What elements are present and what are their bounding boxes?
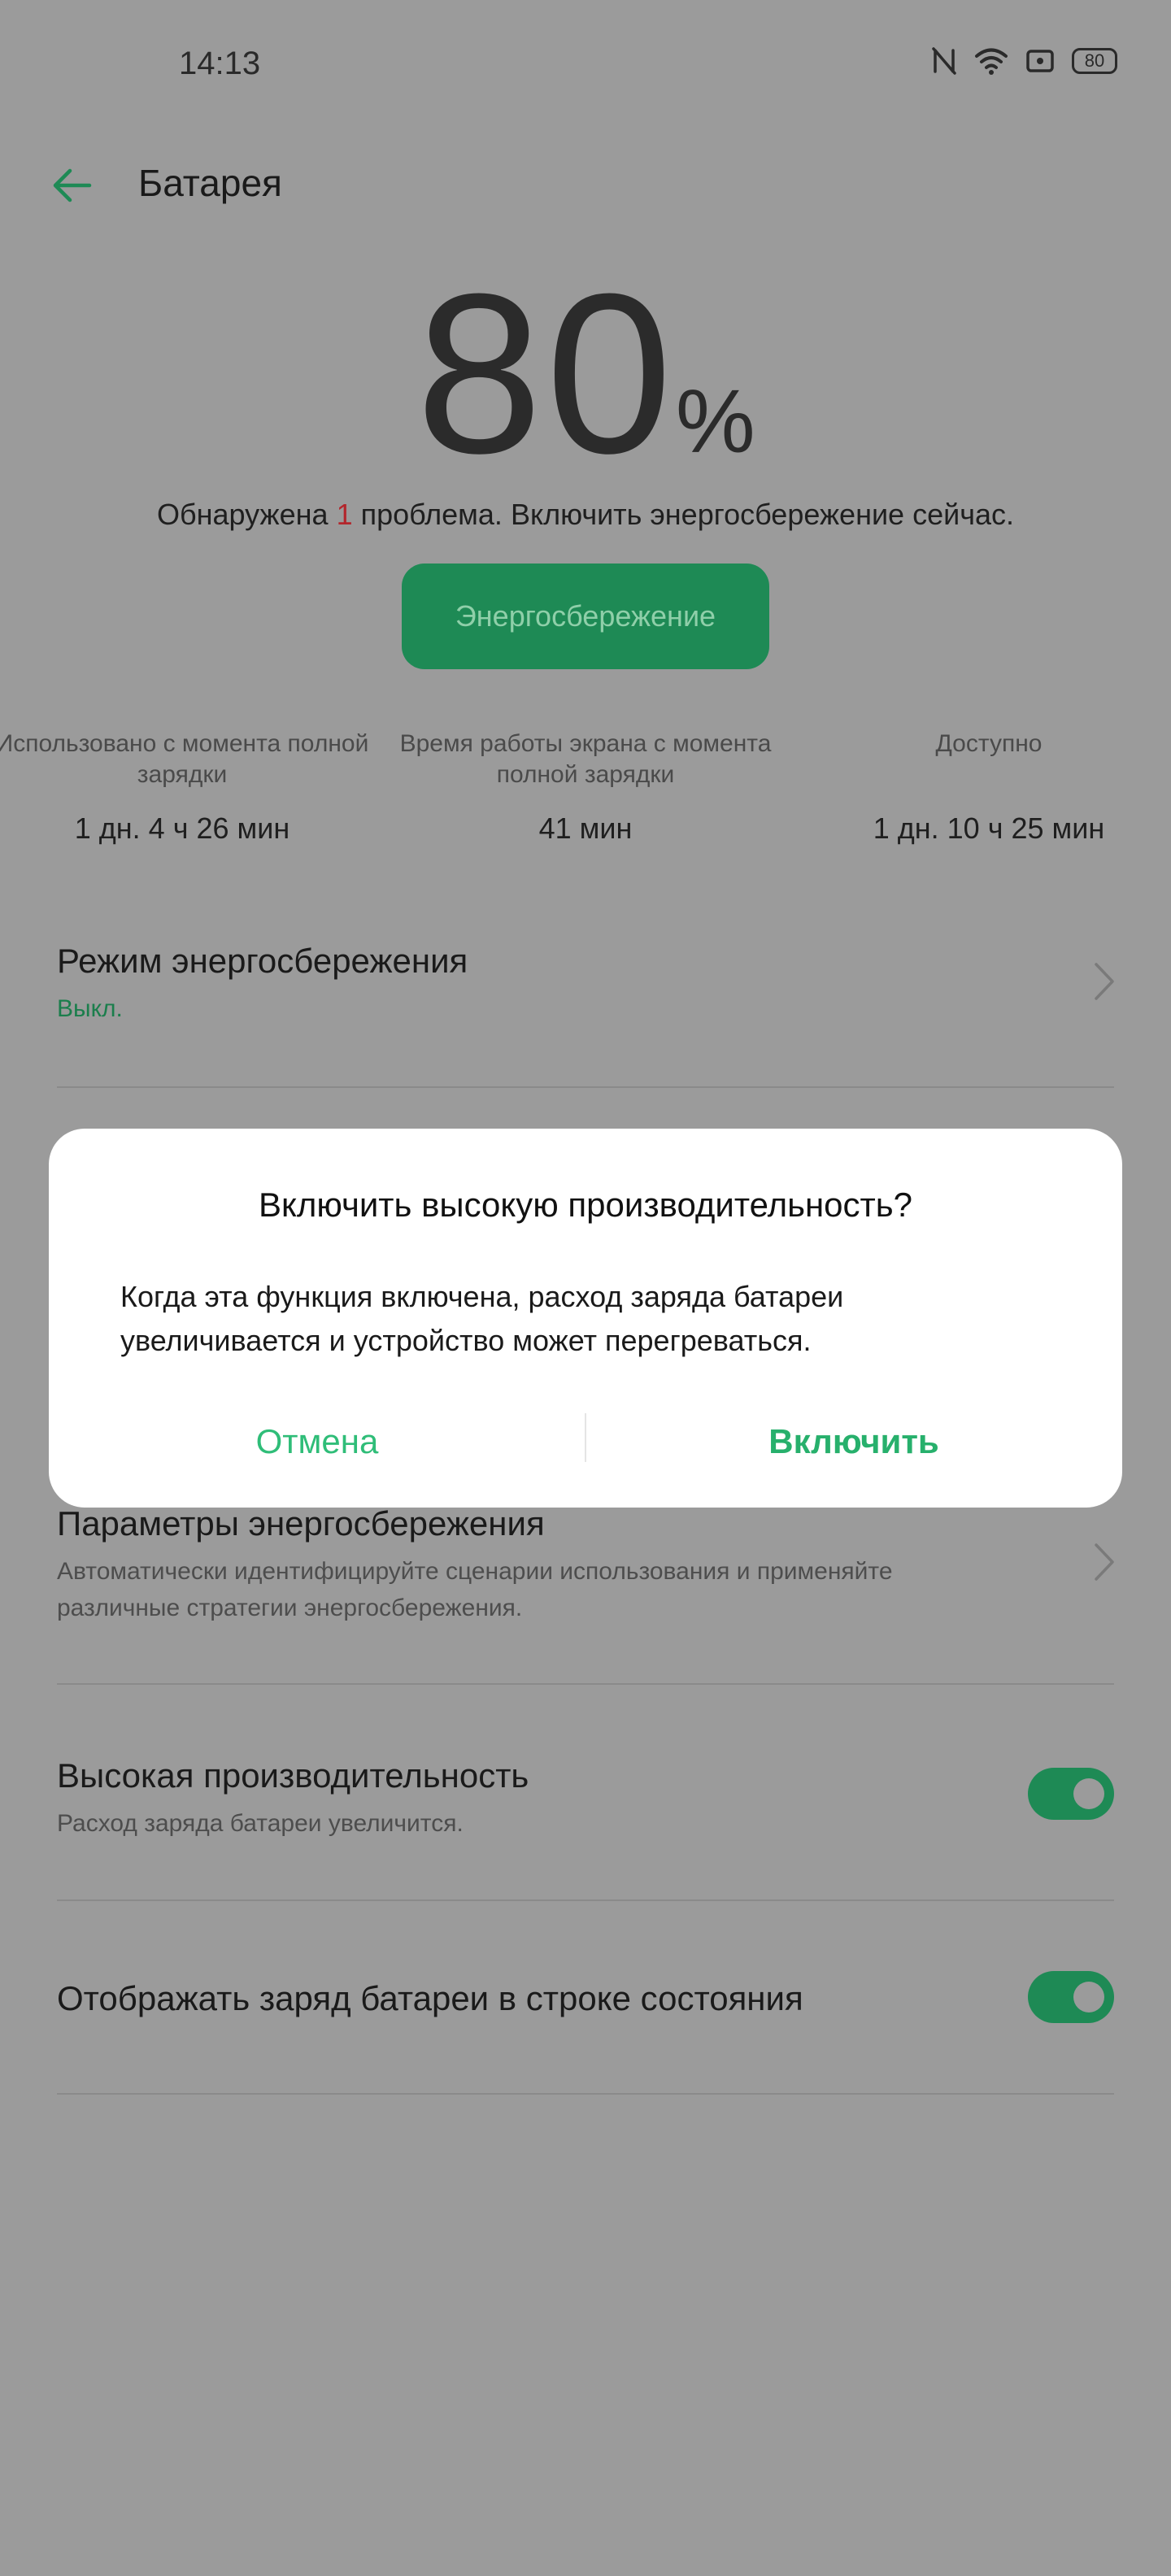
problem-suffix: проблема. Включить энергосбережение сейч… <box>352 498 1014 531</box>
row-desc-line1: Автоматически идентифицируйте сценарии и… <box>57 1558 893 1585</box>
row-desc: Расход заряда батареи увеличится. <box>57 1810 464 1837</box>
row-title: Режим энергосбережения <box>57 942 468 980</box>
stat-value: 41 мин <box>538 812 633 845</box>
toggle-knob <box>1073 1778 1104 1809</box>
page-title: Батарея <box>138 162 282 204</box>
battery-percent: 80% <box>0 260 1171 488</box>
row-title: Высокая производительность <box>57 1756 529 1795</box>
show-battery-status-toggle[interactable] <box>1028 1971 1114 2023</box>
power-saving-button[interactable]: Энергосбережение <box>402 564 769 669</box>
dialog-message: Когда эта функция включена, расход заряд… <box>120 1275 1056 1363</box>
stat-screen-time: Время работы экрана с момента полной зар… <box>398 729 773 846</box>
problem-prefix: Обнаружена <box>157 498 337 531</box>
row-desc-line2: различные стратегии энергосбережения. <box>57 1595 523 1621</box>
divider <box>57 2093 1114 2095</box>
problem-count: 1 <box>336 498 353 531</box>
stat-label: Время работы экрана с момента полной зар… <box>399 730 772 788</box>
chevron-right-icon <box>1091 961 1116 1006</box>
dialog-message-line1: Когда эта функция включена, расход заряд… <box>120 1280 844 1313</box>
high-performance-row[interactable]: Высокая производительность Расход заряда… <box>0 1708 1171 1895</box>
divider <box>57 1086 1114 1088</box>
status-icons: 80 <box>932 47 1117 75</box>
stat-value: 1 дн. 4 ч 26 мин <box>74 812 290 845</box>
chevron-right-icon <box>1091 1542 1116 1586</box>
cancel-button[interactable]: Отмена <box>49 1405 586 1478</box>
power-saving-params-row[interactable]: Параметры энергосбережения Автоматически… <box>0 1488 1171 1683</box>
wifi-icon <box>974 47 1008 75</box>
screenshot-icon <box>1026 50 1054 72</box>
divider <box>57 1683 1114 1685</box>
battery-percent-value: 80 <box>416 247 676 501</box>
high-performance-toggle[interactable] <box>1028 1768 1114 1820</box>
toggle-knob <box>1073 1982 1104 2012</box>
stat-available: Доступно 1 дн. 10 ч 25 мин <box>802 729 1171 846</box>
dialog-message-line2: увеличивается и устройство может перегре… <box>120 1324 812 1357</box>
high-performance-dialog: Включить высокую производительность? Ког… <box>49 1129 1122 1508</box>
percent-sign: % <box>675 372 755 472</box>
back-arrow-icon <box>53 168 92 202</box>
status-time: 14:13 <box>179 46 261 81</box>
stat-label: Доступно <box>935 730 1043 757</box>
nfc-icon <box>932 47 956 75</box>
dialog-title: Включить высокую производительность? <box>259 1186 912 1224</box>
battery-level: 80 <box>1084 50 1105 71</box>
back-button[interactable] <box>49 163 94 212</box>
divider <box>57 1899 1114 1901</box>
stat-value: 1 дн. 10 ч 25 мин <box>873 812 1105 845</box>
enable-button[interactable]: Включить <box>586 1405 1122 1478</box>
stat-used-since-charge: Использовано с момента полной зарядки 1 … <box>0 729 369 846</box>
power-saving-mode-row[interactable]: Режим энергосбережения Выкл. <box>0 894 1171 1081</box>
battery-icon: 80 <box>1072 48 1117 74</box>
show-battery-status-row[interactable]: Отображать заряд батареи в строке состоя… <box>0 1903 1171 2090</box>
stat-label: Использовано с момента полной зарядки <box>0 730 369 788</box>
row-value: Выкл. <box>57 995 123 1022</box>
problem-text: Обнаружена 1 проблема. Включить энергосб… <box>0 498 1171 532</box>
row-title: Отображать заряд батареи в строке состоя… <box>57 1979 803 2017</box>
row-title: Параметры энергосбережения <box>57 1504 545 1543</box>
